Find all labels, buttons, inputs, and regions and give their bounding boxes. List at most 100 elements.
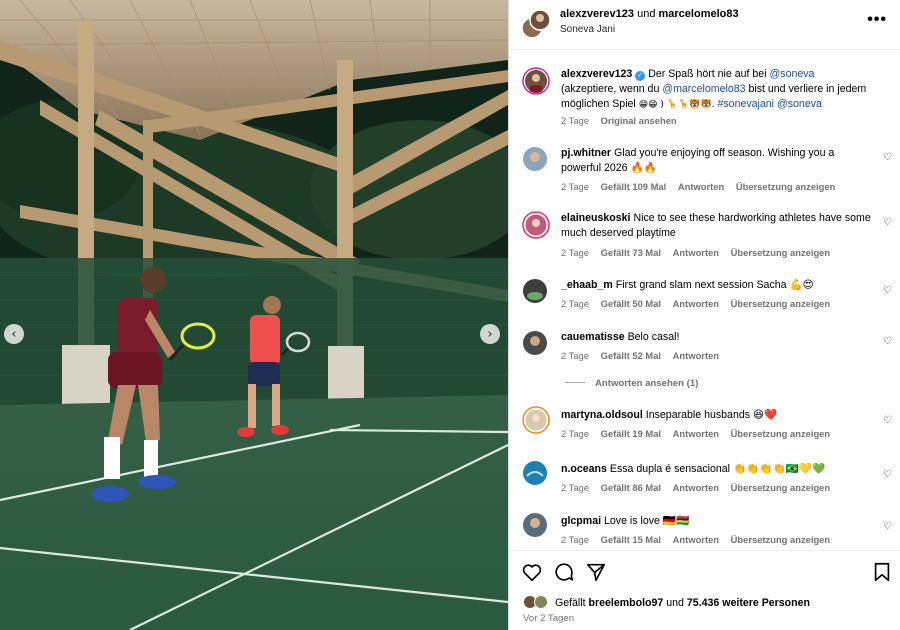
translate-button[interactable]: Übersetzung anzeigen (731, 428, 831, 439)
comment-likes[interactable]: Gefällt 86 Mal (601, 482, 661, 493)
tennis-court-photo (0, 0, 508, 630)
translate-button[interactable]: Übersetzung anzeigen (736, 181, 836, 192)
likes-summary[interactable]: Gefällt breelembolo97 und 75.436 weitere… (523, 595, 810, 609)
and-text: und (637, 8, 656, 20)
avatar[interactable] (522, 330, 548, 356)
comment-text: cauematisse Belo casal! (561, 330, 871, 345)
reply-button[interactable]: Antworten (673, 482, 719, 493)
timestamp: 2 Tage (561, 298, 589, 309)
mention-link[interactable]: @marcelomelo83 (662, 83, 745, 95)
comment-likes[interactable]: Gefällt 109 Mal (601, 181, 667, 192)
comment-body: Love is love 🇩🇪🇲🇺 (604, 515, 690, 527)
timestamp: 2 Tage (561, 428, 589, 439)
comment-meta: 2 Tage Gefällt 109 Mal Antworten Überset… (561, 181, 844, 192)
reply-button[interactable]: Antworten (673, 298, 719, 309)
heart-icon[interactable]: ♡ (883, 415, 892, 426)
heart-icon[interactable]: ♡ (883, 521, 892, 532)
reply-button[interactable]: Antworten (673, 247, 719, 258)
replies-divider (565, 382, 585, 383)
reply-button[interactable]: Antworten (678, 181, 724, 192)
caption-emojis: 🦒🦒🐯🐯. (666, 100, 715, 110)
translate-button[interactable]: Übersetzung anzeigen (731, 247, 831, 258)
avatar[interactable] (522, 146, 548, 172)
liker-link[interactable]: breelembolo97 (589, 597, 664, 609)
reply-button[interactable]: Antworten (673, 428, 719, 439)
comment-user[interactable]: n.oceans (561, 463, 607, 475)
likes-count[interactable]: 75.436 weitere Personen (687, 597, 810, 609)
comment-text: martyna.oldsoul Inseparable husbands 😆❤️ (561, 408, 871, 423)
comment-user[interactable]: martyna.oldsoul (561, 409, 643, 421)
avatar[interactable] (522, 211, 550, 239)
post-photo[interactable]: ‹ › (0, 0, 508, 630)
heart-icon[interactable]: ♡ (883, 285, 892, 296)
heart-icon[interactable] (521, 561, 543, 583)
caption-text: alexzverev123 ✓ Der Spaß hört nie auf be… (561, 67, 871, 113)
heart-icon[interactable]: ♡ (883, 217, 892, 228)
comment-text: glcpmai Love is love 🇩🇪🇲🇺 (561, 514, 871, 529)
avatar[interactable] (522, 406, 550, 434)
heart-icon[interactable]: ♡ (883, 336, 892, 347)
bookmark-icon[interactable] (871, 561, 893, 583)
mention-link[interactable]: @soneva (770, 68, 815, 80)
reply-button[interactable]: Antworten (673, 534, 719, 545)
post-side-panel: alexzverev123 und marcelomelo83 Soneva J… (508, 0, 900, 630)
comment-text: n.oceans Essa dupla é sensacional 👏👏👏👏🇧🇷… (561, 462, 871, 477)
post-header: alexzverev123 und marcelomelo83 Soneva J… (509, 0, 900, 50)
mention-link[interactable]: @soneva (777, 98, 822, 110)
hashtag-link[interactable]: #sonevajani (717, 98, 774, 110)
see-original-button[interactable]: Original ansehen (601, 115, 677, 126)
avatar[interactable] (522, 278, 548, 304)
comment-text: pj.whitner Glad you're enjoying off seas… (561, 146, 871, 176)
comment-likes[interactable]: Gefällt 73 Mal (601, 247, 661, 258)
comment-body: Inseparable husbands 😆❤️ (645, 409, 778, 421)
comment-user[interactable]: glcpmai (561, 515, 601, 527)
comment-user[interactable]: pj.whitner (561, 147, 611, 159)
comment-meta: 2 Tage Gefällt 50 Mal Antworten Übersetz… (561, 298, 839, 309)
avatar[interactable] (522, 67, 550, 95)
timestamp: 2 Tage (561, 181, 589, 192)
comment-user[interactable]: _ehaab_m (561, 279, 613, 291)
comment-user[interactable]: elaineuskoski (561, 212, 631, 224)
chevron-right-icon[interactable]: › (480, 324, 500, 344)
caption-meta: 2 Tage Original ansehen (561, 115, 686, 126)
author-link[interactable]: alexzverev123 (560, 8, 634, 20)
timestamp: 2 Tage (561, 482, 589, 493)
timestamp: 2 Tage (561, 350, 589, 361)
share-icon[interactable] (585, 561, 607, 583)
translate-button[interactable]: Übersetzung anzeigen (731, 534, 831, 545)
comment-meta: 2 Tage Gefällt 86 Mal Antworten Übersetz… (561, 482, 839, 493)
more-options-icon[interactable]: ••• (867, 11, 887, 29)
caption-user[interactable]: alexzverev123 (561, 68, 632, 80)
avatar[interactable] (522, 512, 548, 538)
comments-list[interactable]: alexzverev123 ✓ Der Spaß hört nie auf be… (509, 50, 900, 550)
post-actions: Gefällt breelembolo97 und 75.436 weitere… (509, 550, 900, 630)
post-authors: alexzverev123 und marcelomelo83 (560, 8, 739, 20)
comment-meta: 2 Tage Gefällt 15 Mal Antworten Übersetz… (561, 534, 839, 545)
reply-button[interactable]: Antworten (673, 350, 719, 361)
translate-button[interactable]: Übersetzung anzeigen (731, 298, 831, 309)
view-replies-button[interactable]: Antworten ansehen (1) (565, 378, 698, 389)
verified-badge-icon: ✓ (635, 71, 646, 81)
chevron-left-icon[interactable]: ‹ (4, 324, 24, 344)
translate-button[interactable]: Übersetzung anzeigen (731, 482, 831, 493)
avatar[interactable] (521, 9, 551, 39)
comment-likes[interactable]: Gefällt 52 Mal (601, 350, 661, 361)
comment-likes[interactable]: Gefällt 19 Mal (601, 428, 661, 439)
caption-part: Der Spaß hört nie auf bei (648, 68, 767, 80)
comment-body: Belo casal! (627, 331, 680, 343)
comment-user[interactable]: cauematisse (561, 331, 625, 343)
comment-meta: 2 Tage Gefällt 19 Mal Antworten Übersetz… (561, 428, 839, 439)
comment-likes[interactable]: Gefällt 50 Mal (601, 298, 661, 309)
comment-icon[interactable] (553, 561, 575, 583)
likes-prefix: Gefällt (554, 597, 586, 609)
comment-meta: 2 Tage Gefällt 52 Mal Antworten (561, 350, 728, 361)
comment-likes[interactable]: Gefällt 15 Mal (601, 534, 661, 545)
heart-icon[interactable]: ♡ (883, 152, 892, 163)
comment-meta: 2 Tage Gefällt 73 Mal Antworten Übersetz… (561, 247, 839, 258)
likes-and: und (666, 597, 684, 609)
heart-icon[interactable]: ♡ (883, 469, 892, 480)
avatar[interactable] (522, 460, 548, 486)
coauthor-link[interactable]: marcelomelo83 (659, 8, 739, 20)
location-link[interactable]: Soneva Jani (560, 24, 615, 35)
caption-emojis: 😁😁 ) (638, 100, 664, 110)
